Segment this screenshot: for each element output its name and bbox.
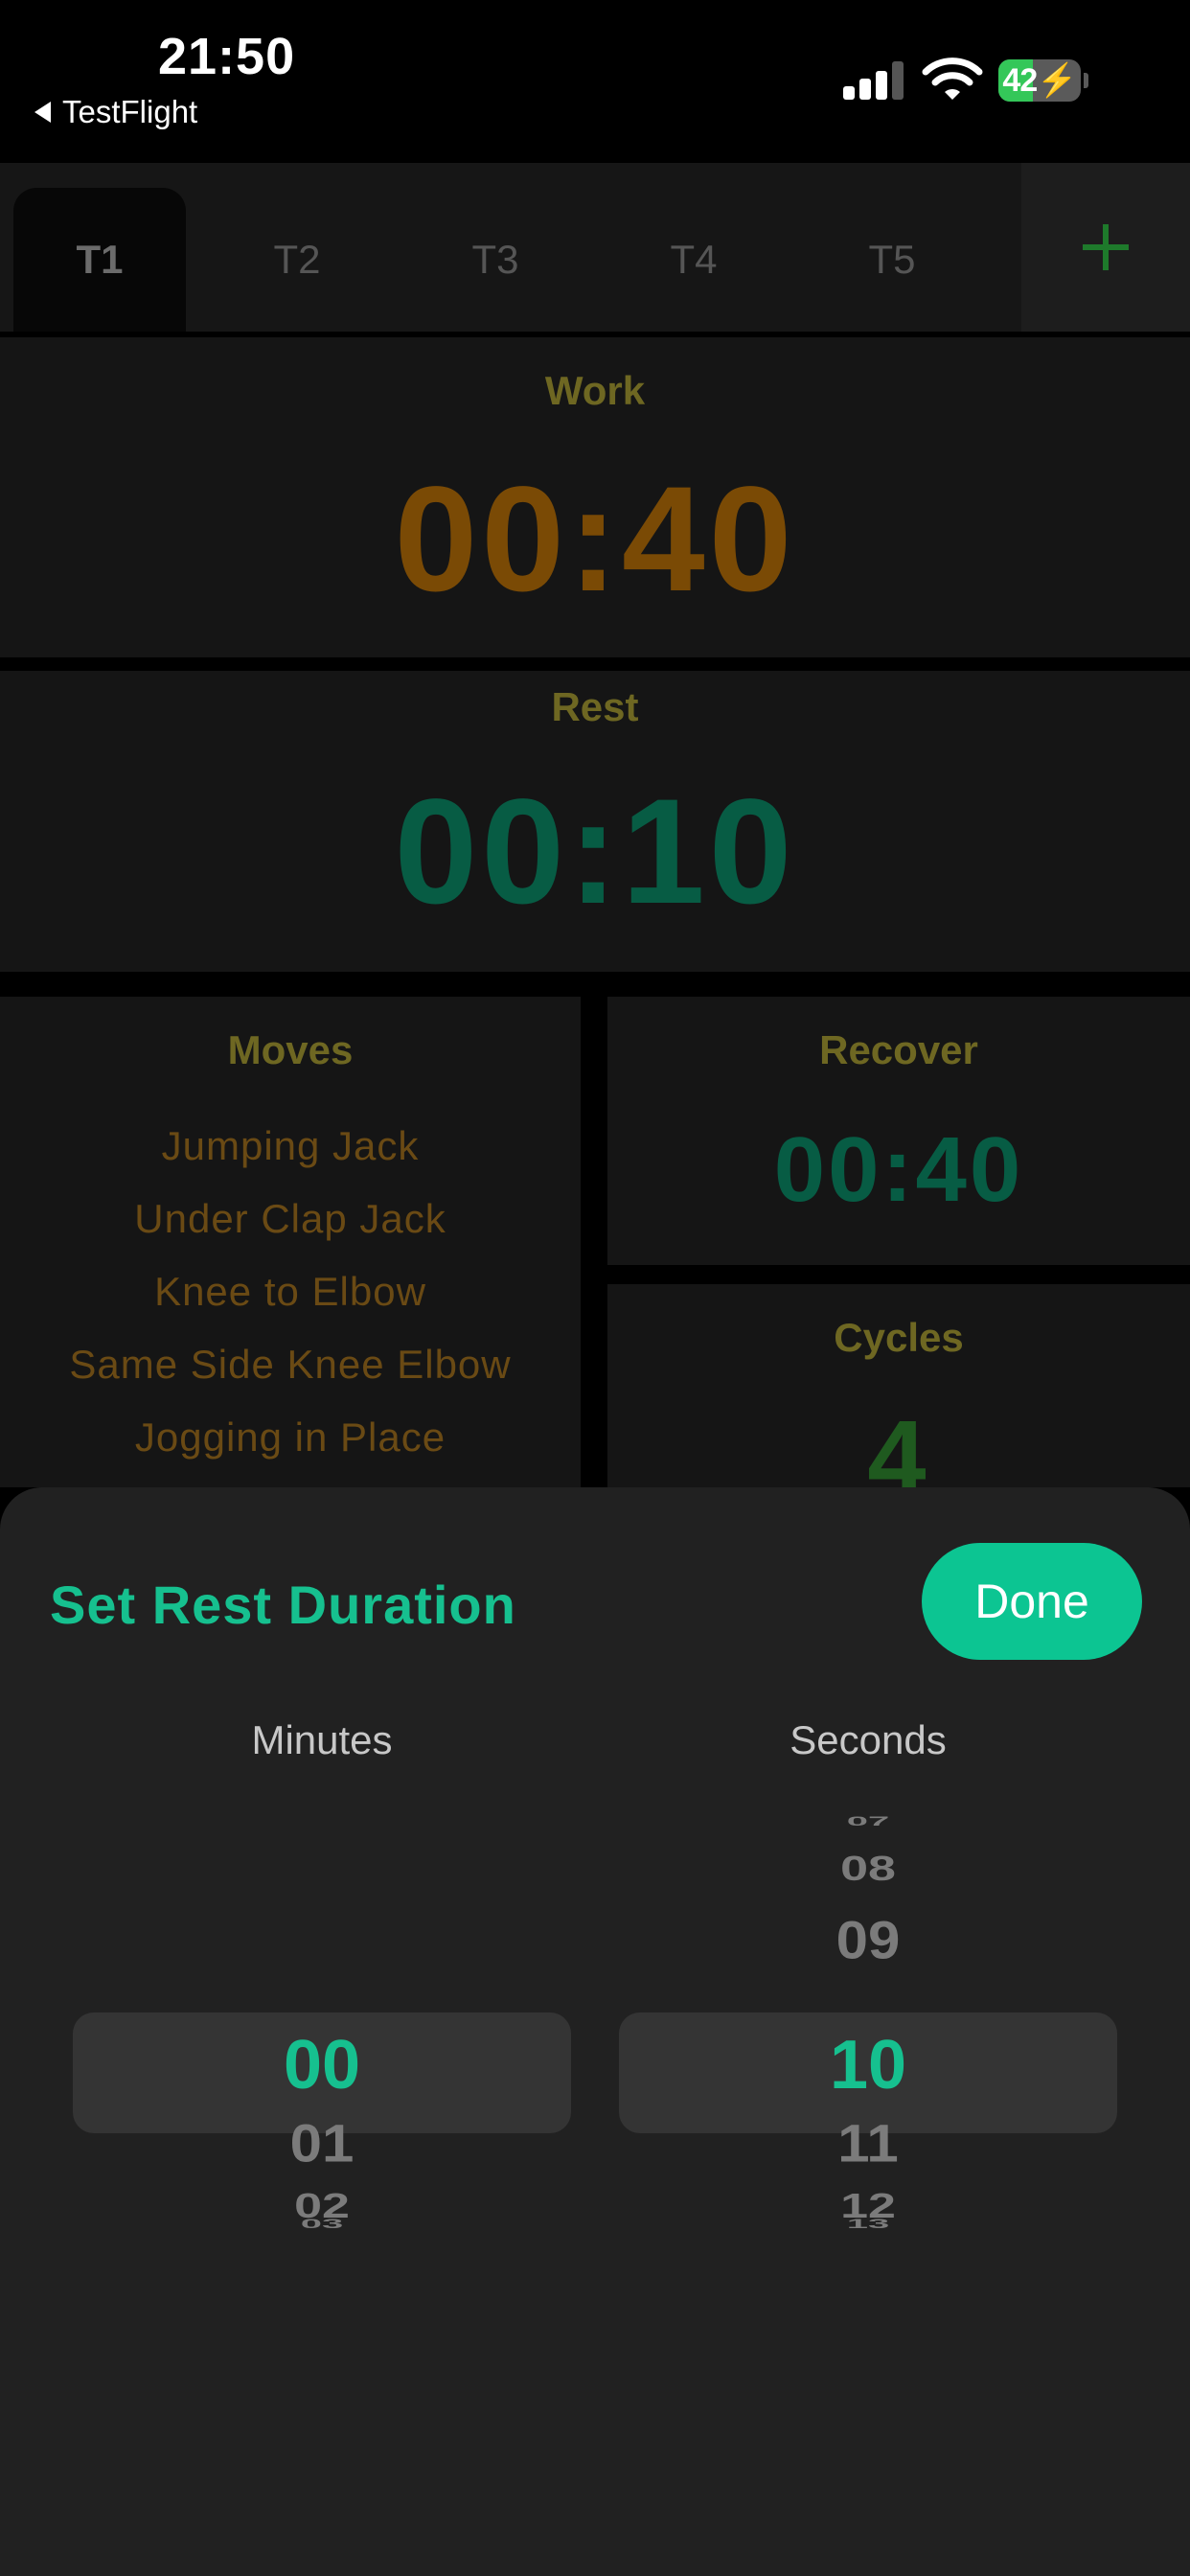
plus-icon (1083, 224, 1129, 270)
work-time: 00:40 (394, 456, 796, 623)
cycles-value: 4 (867, 1399, 930, 1487)
move-item: Under Clap Jack (134, 1196, 446, 1241)
recover-panel[interactable]: Recover 00:40 (607, 997, 1190, 1265)
minutes-option[interactable]: 03 (73, 2217, 571, 2232)
seconds-option[interactable]: 08 (619, 1849, 1117, 1889)
seconds-selected-value: 10 (829, 2027, 907, 2104)
move-item: Same Side Knee Elbow (69, 1342, 512, 1387)
timer-tab-bar: T1 T2 T3 T4 T5 (0, 163, 1190, 332)
wifi-icon (922, 58, 983, 100)
back-arrow-icon (34, 102, 51, 123)
recover-time: 00:40 (773, 1118, 1024, 1221)
seconds-option[interactable]: 07 (619, 1814, 1117, 1829)
work-panel[interactable]: Work 00:40 (0, 337, 1190, 657)
back-label: TestFlight (62, 94, 198, 129)
tab-t1[interactable]: T1 (13, 188, 186, 332)
move-item: Knee to Elbow (154, 1269, 426, 1314)
move-item: Jumping Jack (161, 1123, 420, 1168)
back-to-testflight-link[interactable]: TestFlight (34, 94, 197, 130)
sheet-title: Set Rest Duration (50, 1575, 516, 1635)
work-label: Work (544, 368, 646, 413)
tab-t4[interactable]: T4 (607, 188, 780, 332)
minutes-option[interactable]: 01 (73, 2113, 571, 2174)
rest-panel[interactable]: Rest 00:10 (0, 671, 1190, 972)
cycles-label: Cycles (834, 1315, 964, 1360)
recover-label: Recover (819, 1027, 978, 1072)
seconds-option[interactable]: 11 (619, 2113, 1117, 2174)
cellular-signal-icon (843, 61, 904, 100)
battery-nub (1084, 73, 1088, 88)
status-time: 21:50 (158, 28, 296, 85)
battery-level: 42 (1002, 62, 1038, 99)
tab-t3[interactable]: T3 (409, 188, 582, 332)
rest-duration-sheet: Set Rest Duration Done Minutes Seconds 0… (0, 1487, 1190, 2576)
tab-t2[interactable]: T2 (211, 188, 383, 332)
minutes-header: Minutes (251, 1717, 393, 1762)
seconds-option[interactable]: 09 (619, 1910, 1117, 1970)
minutes-selected-value: 00 (283, 2027, 361, 2104)
cycles-panel[interactable]: Cycles 4 (607, 1284, 1190, 1487)
move-item: Jogging in Place (134, 1414, 446, 1460)
moves-list: Jumping Jack Under Clap Jack Knee to Elb… (0, 1110, 581, 1474)
battery-icon: 42⚡ (998, 59, 1081, 102)
seconds-picker[interactable]: 07 08 09 10 11 12 13 (619, 1813, 1117, 2312)
minutes-picker[interactable]: 00 01 02 03 (73, 1813, 571, 2312)
moves-label: Moves (227, 1027, 354, 1072)
add-timer-button[interactable] (1021, 163, 1190, 332)
done-button[interactable]: Done (922, 1543, 1142, 1660)
status-bar: 21:50 TestFlight 42⚡ (0, 0, 1190, 163)
rest-time: 00:10 (394, 769, 796, 935)
moves-panel[interactable]: Moves Jumping Jack Under Clap Jack Knee … (0, 997, 581, 1487)
rest-label: Rest (551, 684, 639, 729)
seconds-option[interactable]: 13 (619, 2217, 1117, 2232)
tab-t5[interactable]: T5 (806, 188, 978, 332)
seconds-header: Seconds (790, 1717, 947, 1762)
